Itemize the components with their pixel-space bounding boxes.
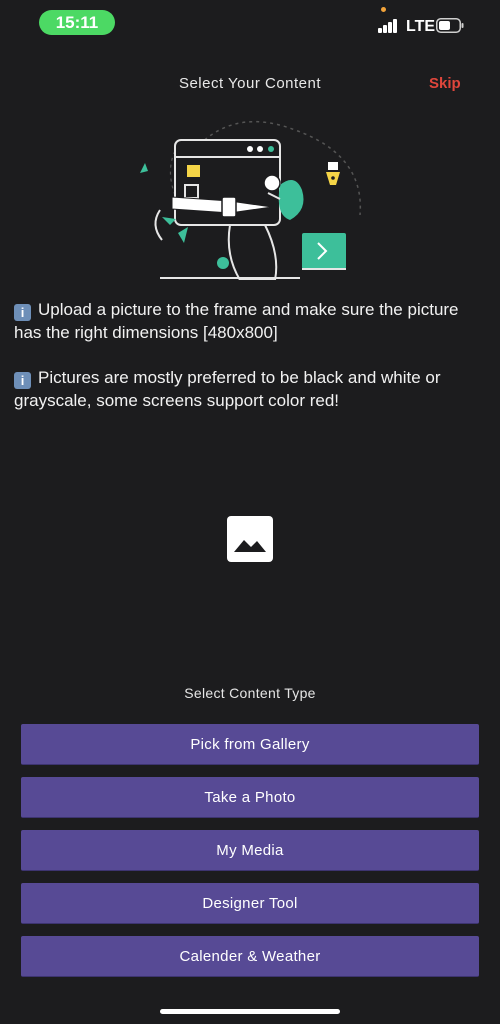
info-text: Upload a picture to the frame and make s… xyxy=(14,300,459,342)
privacy-indicator-dot xyxy=(381,7,386,12)
take-photo-button[interactable]: Take a Photo xyxy=(21,777,479,818)
info-text: Pictures are mostly preferred to be blac… xyxy=(14,368,441,410)
content-type-label: Select Content Type xyxy=(184,685,316,701)
home-indicator[interactable] xyxy=(160,1009,340,1014)
designer-illustration xyxy=(140,120,362,280)
network-type-label: LTE xyxy=(406,18,436,35)
info-dimensions: i Upload a picture to the frame and make … xyxy=(14,298,484,344)
info-color-preference: i Pictures are mostly preferred to be bla… xyxy=(14,366,484,412)
image-placeholder[interactable] xyxy=(227,516,273,562)
designer-tool-button[interactable]: Designer Tool xyxy=(21,883,479,924)
battery-icon xyxy=(436,18,464,33)
my-media-button[interactable]: My Media xyxy=(21,830,479,871)
calendar-weather-button[interactable]: Calender & Weather xyxy=(21,936,479,977)
status-bar: 15:11 LTE xyxy=(0,0,500,50)
page-title: Select Your Content xyxy=(178,75,322,92)
pick-from-gallery-button[interactable]: Pick from Gallery xyxy=(21,724,479,765)
info-icon: i xyxy=(14,304,31,321)
skip-button[interactable]: Skip xyxy=(429,75,461,92)
info-icon: i xyxy=(14,372,31,389)
image-icon xyxy=(230,519,270,559)
status-time[interactable]: 15:11 xyxy=(39,10,115,35)
signal-strength-icon xyxy=(378,19,402,33)
